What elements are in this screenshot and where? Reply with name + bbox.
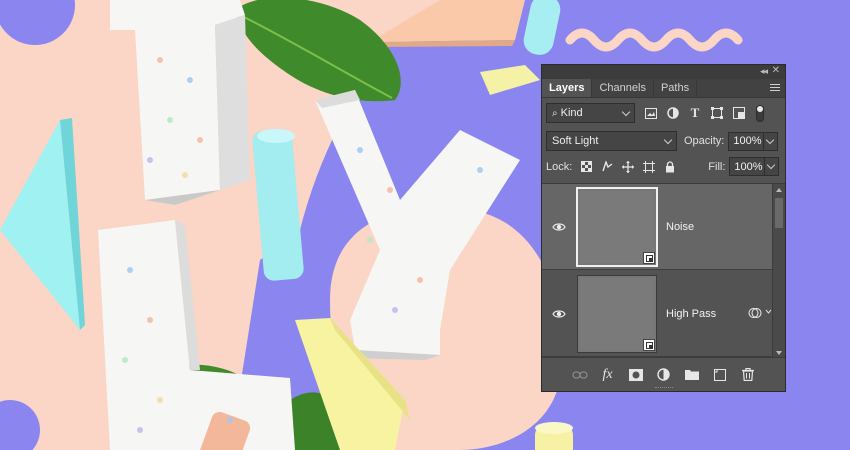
panel-tabs: Layers Channels Paths [542, 79, 785, 98]
panel-resize-grip[interactable] [654, 387, 673, 389]
search-icon: ⌕ [552, 107, 558, 119]
blend-mode-dropdown[interactable]: Soft Light [546, 131, 677, 151]
chevron-down-icon [663, 135, 673, 145]
fill-label: Fill: [708, 160, 726, 173]
scroll-down-icon[interactable] [776, 351, 782, 355]
opacity-slider-arrow[interactable] [764, 131, 779, 151]
layer-thumbnail[interactable] [577, 275, 657, 353]
layer-row-noise[interactable]: Noise [542, 184, 772, 270]
panel-bottom-bar: fx [542, 357, 785, 391]
chevron-down-icon[interactable] [765, 308, 772, 315]
lock-row: Lock: Fill: 100% [546, 157, 781, 176]
eye-icon[interactable] [552, 220, 566, 234]
fill-input[interactable]: 100% [729, 157, 766, 176]
opacity-input[interactable]: 100% [728, 131, 765, 151]
tab-layers[interactable]: Layers [542, 79, 593, 97]
chevron-down-icon [621, 107, 631, 117]
fx-icon[interactable]: fx [600, 367, 616, 383]
layers-scrollbar[interactable] [772, 184, 785, 358]
mask-icon[interactable] [628, 367, 644, 383]
fill-slider-arrow[interactable] [765, 157, 780, 176]
smart-object-filter-icon[interactable] [732, 106, 746, 120]
layers-list: Noise High Pass [542, 183, 785, 358]
filter-kind-value: Kind [560, 107, 583, 119]
trash-icon[interactable] [740, 367, 756, 383]
folder-icon[interactable] [684, 367, 700, 383]
layer-name[interactable]: Noise [666, 221, 694, 233]
panel-menu-icon[interactable] [770, 82, 780, 93]
panel-titlebar[interactable]: ◂◂ ✕ [542, 65, 785, 79]
lock-artboard-icon[interactable] [643, 160, 656, 173]
image-filter-icon[interactable] [644, 106, 658, 120]
opacity-label: Opacity: [684, 135, 725, 147]
layer-thumbnail[interactable] [576, 187, 658, 267]
layer-row-high-pass[interactable]: High Pass [542, 271, 772, 357]
layers-panel: ◂◂ ✕ Layers Channels Paths ⌕ Kind T Soft… [541, 64, 786, 392]
smart-filters-icon[interactable] [748, 306, 762, 320]
lock-label: Lock: [546, 160, 573, 173]
shape-filter-icon[interactable] [710, 106, 724, 120]
tab-paths[interactable]: Paths [654, 79, 698, 97]
eye-icon[interactable] [552, 307, 566, 321]
link-icon[interactable] [571, 367, 588, 383]
lock-position-icon[interactable] [622, 160, 635, 173]
smart-object-badge-icon [643, 339, 655, 351]
close-icon[interactable]: ✕ [772, 65, 780, 76]
blend-mode-value: Soft Light [552, 135, 599, 147]
smart-object-badge-icon [643, 252, 655, 264]
filter-toggle-switch[interactable] [756, 104, 764, 122]
type-filter-icon[interactable]: T [688, 105, 702, 120]
collapse-icon[interactable]: ◂◂ [760, 66, 768, 77]
adjustment-icon[interactable] [656, 367, 672, 383]
layer-name[interactable]: High Pass [666, 308, 716, 320]
new-layer-icon[interactable] [712, 367, 728, 383]
scroll-up-icon[interactable] [776, 188, 782, 192]
adjustment-filter-icon[interactable] [666, 106, 680, 120]
lock-all-icon[interactable] [664, 160, 676, 173]
filter-kind-dropdown[interactable]: ⌕ Kind [546, 103, 635, 123]
lock-image-icon[interactable] [601, 161, 613, 173]
tab-channels[interactable]: Channels [592, 79, 654, 97]
scroll-thumb[interactable] [775, 198, 783, 228]
blend-row: Soft Light Opacity: 100% [546, 131, 781, 151]
filter-row: ⌕ Kind T [546, 103, 781, 123]
lock-transparency-icon[interactable] [580, 161, 592, 173]
